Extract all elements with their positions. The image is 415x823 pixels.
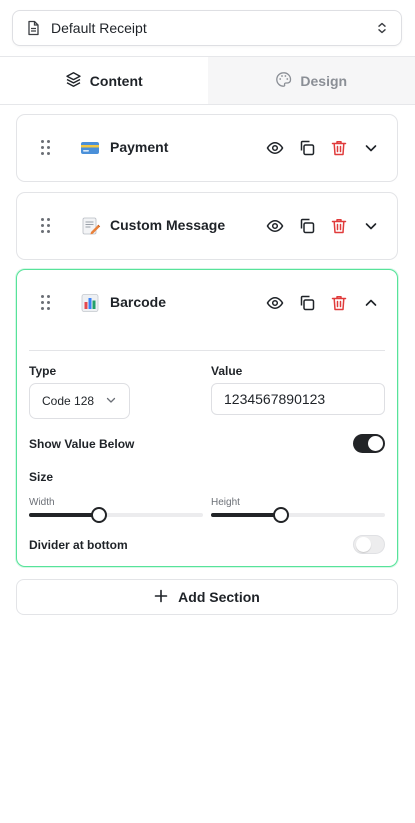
chevron-down-icon[interactable] bbox=[361, 138, 381, 158]
toggle-knob bbox=[368, 436, 383, 451]
size-label: Size bbox=[29, 470, 54, 484]
toggle-knob bbox=[356, 537, 371, 552]
width-slider[interactable] bbox=[29, 507, 203, 523]
slider-thumb[interactable] bbox=[90, 507, 107, 523]
show-value-below-toggle[interactable] bbox=[353, 434, 385, 453]
section-divider bbox=[29, 350, 385, 351]
slider-thumb[interactable] bbox=[272, 507, 289, 523]
drag-handle-icon[interactable] bbox=[41, 295, 51, 311]
chevron-down-icon[interactable] bbox=[361, 216, 381, 236]
slider-fill bbox=[29, 513, 99, 517]
drag-handle-icon[interactable] bbox=[41, 140, 51, 156]
document-icon bbox=[25, 20, 41, 36]
drag-handle-icon[interactable] bbox=[41, 218, 51, 234]
trash-icon[interactable] bbox=[329, 138, 349, 158]
eye-icon[interactable] bbox=[265, 216, 285, 236]
section-header[interactable]: Payment bbox=[17, 115, 397, 181]
chevron-down-icon bbox=[105, 394, 117, 409]
layers-icon bbox=[65, 71, 82, 91]
memo-icon bbox=[79, 215, 101, 237]
template-select[interactable]: Default Receipt bbox=[12, 10, 402, 46]
credit-card-icon bbox=[79, 137, 101, 159]
tab-content[interactable]: Content bbox=[0, 57, 208, 104]
trash-icon[interactable] bbox=[329, 293, 349, 313]
section-custom-message: Custom Message bbox=[16, 192, 398, 260]
tab-design-label: Design bbox=[300, 72, 348, 89]
eye-icon[interactable] bbox=[265, 293, 285, 313]
height-slider[interactable] bbox=[211, 507, 385, 523]
section-header[interactable]: Custom Message bbox=[17, 193, 397, 259]
section-title: Payment bbox=[110, 139, 169, 155]
template-select-value: Default Receipt bbox=[51, 20, 147, 36]
trash-icon[interactable] bbox=[329, 216, 349, 236]
section-barcode: Barcode Type Code 128 Value Show Value B… bbox=[16, 269, 398, 567]
barcode-value-input[interactable] bbox=[211, 383, 385, 415]
section-title: Barcode bbox=[110, 294, 167, 310]
chevron-up-down-icon bbox=[375, 21, 389, 35]
barcode-settings: Type Code 128 Value Show Value Below Siz… bbox=[17, 336, 397, 566]
slider-fill bbox=[211, 513, 281, 517]
palette-icon bbox=[275, 71, 292, 91]
plus-icon bbox=[154, 589, 168, 606]
tab-design[interactable]: Design bbox=[207, 57, 415, 104]
tab-bar: Content Design bbox=[0, 56, 415, 105]
copy-icon[interactable] bbox=[297, 216, 317, 236]
chevron-up-icon[interactable] bbox=[361, 293, 381, 313]
eye-icon[interactable] bbox=[265, 138, 285, 158]
value-label: Value bbox=[211, 364, 243, 378]
barcode-type-select[interactable]: Code 128 bbox=[29, 383, 130, 419]
add-section-label: Add Section bbox=[178, 589, 260, 605]
divider-at-bottom-toggle[interactable] bbox=[353, 535, 385, 554]
show-value-below-label: Show Value Below bbox=[29, 437, 135, 451]
section-header[interactable]: Barcode bbox=[17, 270, 397, 336]
section-payment: Payment bbox=[16, 114, 398, 182]
copy-icon[interactable] bbox=[297, 138, 317, 158]
type-label: Type bbox=[29, 364, 57, 378]
divider-at-bottom-label: Divider at bottom bbox=[29, 538, 128, 552]
bar-chart-icon bbox=[79, 292, 101, 314]
tab-content-label: Content bbox=[89, 72, 143, 89]
barcode-type-value: Code 128 bbox=[42, 394, 95, 408]
add-section-button[interactable]: Add Section bbox=[16, 579, 398, 615]
copy-icon[interactable] bbox=[297, 293, 317, 313]
section-title: Custom Message bbox=[110, 217, 226, 233]
